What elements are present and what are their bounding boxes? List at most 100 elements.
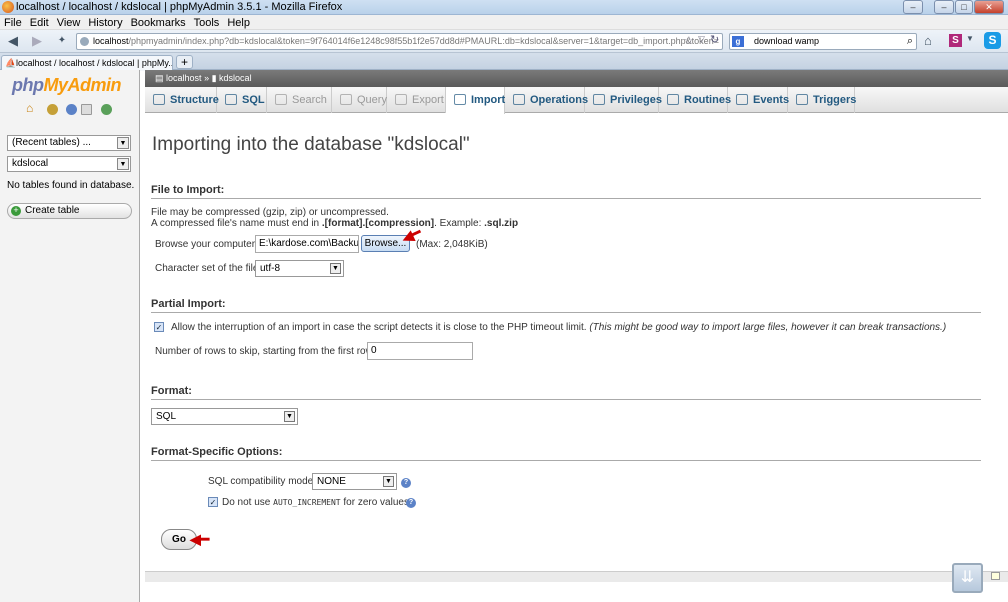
create-table-button[interactable]: + Create table: [7, 203, 132, 219]
site-identity-icon[interactable]: [80, 37, 89, 46]
database-icon: ▮: [211, 73, 220, 83]
breadcrumb-server[interactable]: localhost: [166, 73, 202, 83]
tab-triggers[interactable]: Triggers: [788, 87, 856, 113]
tab-routines-label: Routines: [684, 94, 732, 106]
tab-operations[interactable]: Operations: [505, 87, 588, 113]
import-icon: [454, 93, 466, 105]
reload-icon[interactable]: ↻: [710, 33, 719, 46]
scroll-down-icon[interactable]: ⇊: [952, 563, 983, 593]
chevron-down-icon[interactable]: ▼: [284, 411, 295, 422]
menu-help[interactable]: Help: [223, 16, 254, 30]
back-icon[interactable]: ◀: [4, 33, 22, 50]
page-title: Importing into the database "kdslocal": [152, 134, 470, 155]
home-icon[interactable]: ⌂: [26, 102, 37, 114]
skype-icon[interactable]: S: [984, 32, 1001, 49]
reload-nav-icon[interactable]: [101, 104, 112, 115]
skip-rows-input[interactable]: 0: [367, 342, 473, 360]
docs-icon[interactable]: [81, 104, 92, 115]
help-icon[interactable]: [66, 104, 77, 115]
tools-icon[interactable]: ✦: [53, 33, 71, 50]
close-button[interactable]: ✕: [974, 0, 1004, 14]
pma-favicon: ⛵: [5, 58, 17, 68]
database-select[interactable]: kdslocal ▼: [7, 156, 131, 172]
compress-text-d: .sql.zip: [484, 218, 519, 229]
search-icon: [275, 93, 287, 105]
no-auto-increment-checkbox[interactable]: ✓: [208, 497, 218, 507]
chevron-down-icon[interactable]: ▼: [383, 476, 394, 487]
clock-icon: [736, 93, 748, 105]
url-path: /phpmyadmin/index.php?db=kdslocal&token=…: [128, 36, 719, 46]
file-input[interactable]: E:\kardose.com\Backup: [255, 235, 359, 253]
help-icon[interactable]: ?: [406, 498, 416, 508]
url-bar[interactable]: localhost/phpmyadmin/index.php?db=kdsloc…: [76, 33, 723, 50]
notes-icon[interactable]: [991, 572, 1000, 580]
chevron-down-icon[interactable]: ▼: [117, 158, 129, 170]
tab-import[interactable]: Import: [446, 87, 505, 114]
charset-label: Character set of the file:: [155, 263, 262, 274]
menu-edit[interactable]: Edit: [26, 16, 53, 30]
recent-tables-select[interactable]: (Recent tables) ... ▼: [7, 135, 131, 151]
search-icon[interactable]: ⌕: [907, 34, 913, 49]
tab-events[interactable]: Events: [728, 87, 789, 113]
breadcrumb: ▤ localhost » ▮ kdslocal: [145, 70, 1008, 87]
minimize-button-2[interactable]: –: [934, 0, 954, 14]
chevron-down-icon[interactable]: ▼: [330, 263, 341, 274]
tab-sql[interactable]: SQL: [217, 87, 267, 113]
tab-privileges[interactable]: Privileges: [585, 87, 662, 113]
search-input[interactable]: g download wamp ⌕: [729, 33, 917, 50]
home-icon[interactable]: ⌂: [924, 33, 932, 48]
tab-search-label: Search: [292, 94, 327, 106]
tab-export[interactable]: Export: [387, 87, 446, 113]
menu-tools[interactable]: Tools: [190, 16, 224, 30]
format-select[interactable]: SQL ▼: [151, 408, 298, 425]
new-tab-button[interactable]: +: [176, 55, 193, 69]
format-options-heading: Format-Specific Options:: [151, 446, 981, 461]
maximize-button[interactable]: □: [955, 0, 973, 14]
console-bar: [145, 571, 1008, 582]
charset-select[interactable]: utf-8 ▼: [255, 260, 344, 277]
tab-sql-label: SQL: [242, 94, 265, 106]
tab-structure[interactable]: Structure: [145, 87, 219, 113]
sql-icon: [225, 93, 237, 105]
pma-logo[interactable]: phpMyAdmin: [12, 75, 121, 96]
window-title: localhost / localhost / kdslocal | phpMy…: [16, 1, 343, 13]
window-titlebar: localhost / localhost / kdslocal | phpMy…: [0, 0, 1008, 15]
logo-php: php: [12, 75, 44, 95]
allow-interrupt-checkbox[interactable]: ✓: [154, 322, 164, 332]
pma-navigation-panel: phpMyAdmin ⌂ (Recent tables) ... ▼ kdslo…: [0, 70, 140, 602]
tab-search[interactable]: Search: [267, 87, 332, 113]
menu-bookmarks[interactable]: Bookmarks: [127, 16, 190, 30]
logout-icon[interactable]: [47, 104, 58, 115]
dropdown-arrow-icon[interactable]: ▽: [698, 34, 705, 45]
compat-mode-label: SQL compatibility mode:: [208, 476, 317, 487]
compression-note: File may be compressed (gzip, zip) or un…: [151, 207, 389, 218]
addon-icon[interactable]: S: [949, 34, 962, 47]
allow-interrupt-label: Allow the interruption of an import in c…: [171, 322, 587, 333]
menu-history[interactable]: History: [84, 16, 126, 30]
browser-tab[interactable]: ⛵ localhost / localhost / kdslocal | php…: [1, 55, 173, 71]
menu-file[interactable]: File: [0, 16, 26, 30]
file-to-import-heading: File to Import:: [151, 184, 981, 199]
breadcrumb-database[interactable]: kdslocal: [219, 73, 252, 83]
compat-mode-value: NONE: [317, 476, 346, 487]
menu-view[interactable]: View: [53, 16, 85, 30]
allow-interrupt-note: (This might be good way to import large …: [589, 322, 947, 333]
forward-icon[interactable]: ▶: [28, 33, 46, 50]
triggers-icon: [796, 93, 808, 105]
google-icon[interactable]: g: [732, 36, 744, 47]
max-size: (Max: 2,048KiB): [416, 239, 488, 250]
bookmark-star-icon[interactable]: ☆: [684, 34, 694, 47]
charset-value: utf-8: [260, 263, 281, 274]
browser-tab-label: localhost / localhost / kdslocal | phpMy…: [16, 58, 173, 68]
export-icon: [395, 93, 407, 105]
create-table-label: Create table: [25, 205, 80, 216]
minimize-button[interactable]: –: [903, 0, 923, 14]
addon-dropdown-icon[interactable]: ▼: [966, 34, 974, 43]
compat-mode-select[interactable]: NONE ▼: [312, 473, 397, 490]
partial-import-heading: Partial Import:: [151, 298, 981, 313]
chevron-down-icon[interactable]: ▼: [117, 137, 129, 149]
tab-query[interactable]: Query: [332, 87, 387, 113]
help-icon[interactable]: ?: [401, 478, 411, 488]
tab-routines[interactable]: Routines: [659, 87, 732, 113]
plus-icon: +: [11, 206, 21, 216]
